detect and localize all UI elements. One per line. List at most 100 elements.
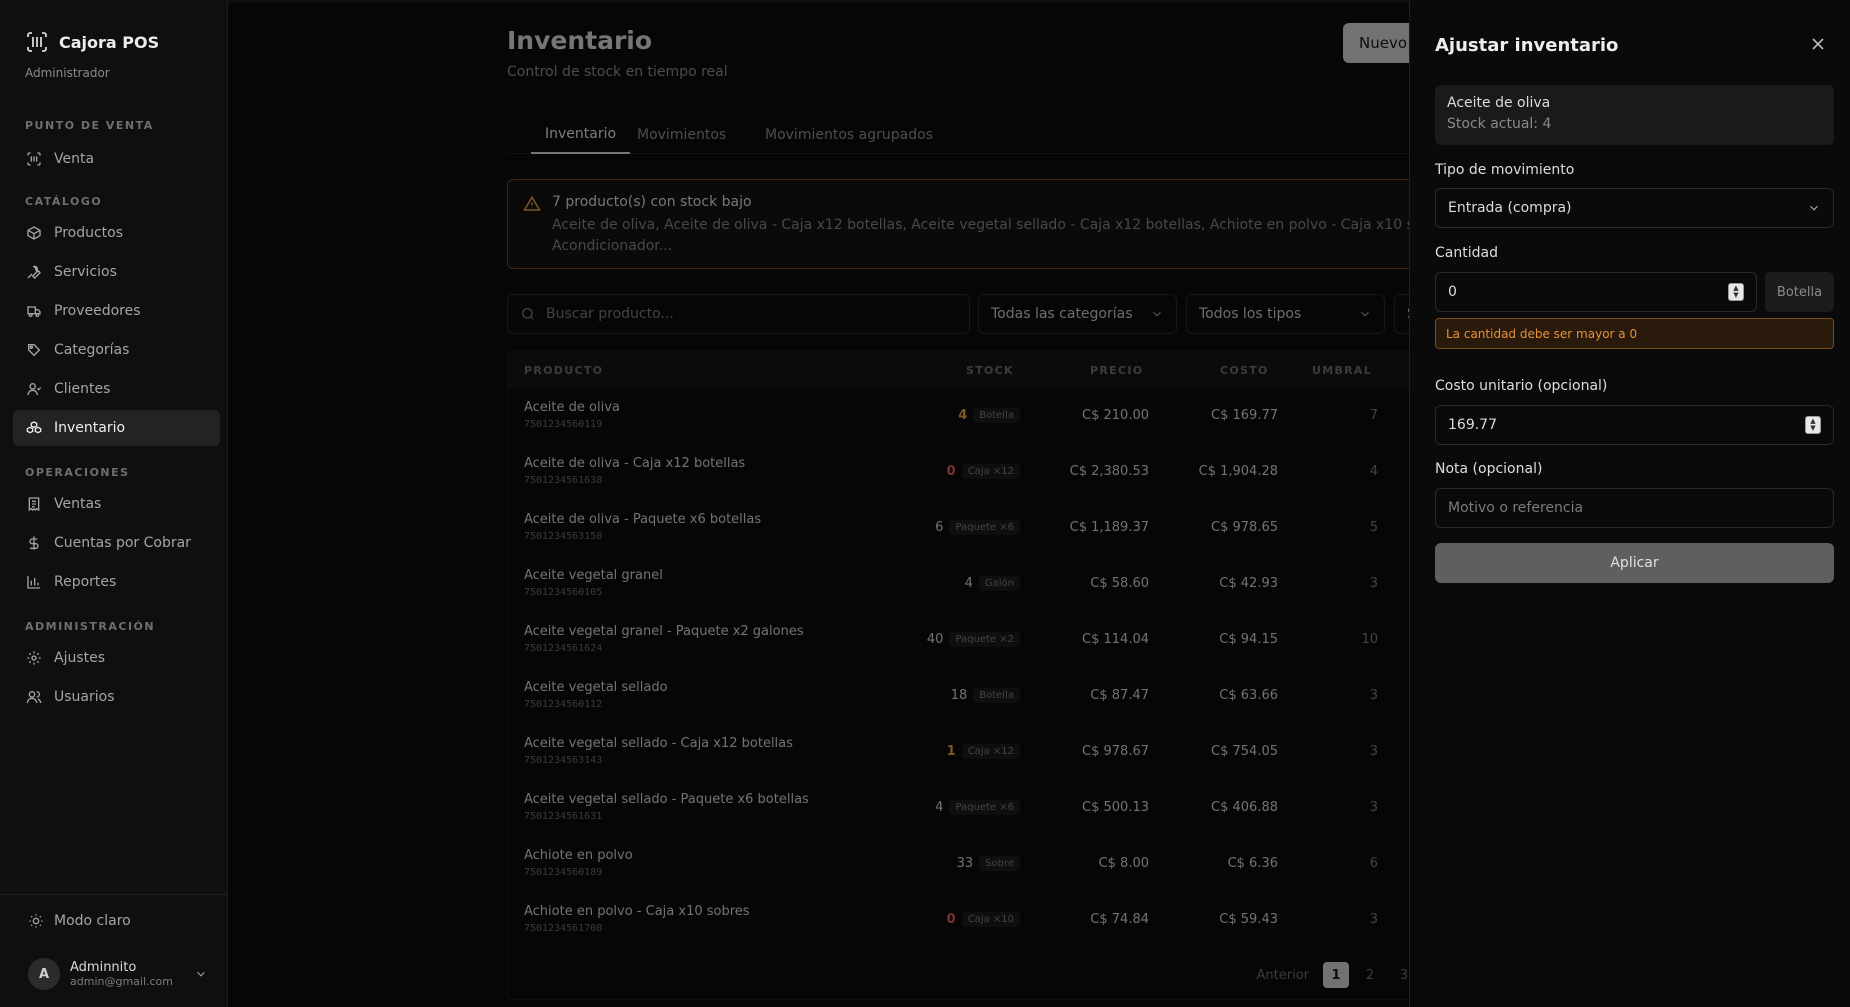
product-code: 7501234563150 (524, 531, 603, 542)
product-name: Aceite vegetal sellado - Paquete x6 bote… (524, 792, 809, 807)
table-row[interactable]: Aceite de oliva - Caja x12 botellas 75012… (508, 445, 1409, 501)
sidebar-item-reportes[interactable]: Reportes (13, 564, 220, 600)
app-root: Cajora POS Administrador PUNTO DE VENTA … (0, 0, 1850, 1007)
cost-value: C$ 754.05 (1211, 744, 1278, 759)
product-code: 7501234563143 (524, 755, 603, 766)
sidebar-item-label: Reportes (54, 574, 117, 590)
product-code: 7501234560112 (524, 699, 603, 710)
cost-value: C$ 406.88 (1211, 800, 1278, 815)
product-name: Aceite vegetal granel - Paquete x2 galon… (524, 624, 804, 639)
sidebar-item-cuentas-por-cobrar[interactable]: Cuentas por Cobrar (13, 525, 220, 561)
sidebar-item-productos[interactable]: Productos (13, 215, 220, 251)
category-filter[interactable]: Todas las categorías (978, 294, 1177, 334)
barcode-scan-icon (27, 32, 47, 52)
boxes-icon (26, 421, 42, 434)
stock-cell: 4 Botella (958, 408, 1020, 423)
pagination-page-1[interactable]: 1 (1323, 962, 1349, 988)
avatar: A (28, 958, 60, 990)
column-header-precio[interactable]: PRECIO (1090, 364, 1143, 377)
unit-cost-input[interactable]: 169.77 ▲ ▼ (1435, 405, 1834, 445)
sidebar-item-inventario[interactable]: Inventario (13, 410, 220, 446)
table-row[interactable]: Aceite vegetal sellado - Caja x12 botell… (508, 725, 1409, 781)
table-row[interactable]: Aceite vegetal sellado 7501234560112 18 Bot… (508, 669, 1409, 725)
stock-value: 18 (950, 688, 968, 703)
app-name: Cajora POS (59, 32, 160, 52)
sidebar-item-clientes[interactable]: Clientes (13, 371, 220, 407)
selected-product-stock: Stock actual: 4 (1447, 116, 1552, 132)
sidebar-item-label: Ventas (54, 496, 102, 512)
alert-title: 7 producto(s) con stock bajo (552, 194, 752, 210)
sidebar-item-label: Inventario (54, 420, 126, 436)
sidebar-item-proveedores[interactable]: Proveedores (13, 293, 220, 329)
nav-section-punto-de-venta: PUNTO DE VENTA (25, 119, 154, 132)
table-row[interactable]: Aceite vegetal sellado - Paquete x6 bote… (508, 781, 1409, 837)
tab-movimientos-agrupados[interactable]: Movimientos agrupados (765, 116, 933, 154)
quantity-unit: Botella (1765, 272, 1834, 312)
sidebar-item-categorias[interactable]: Categorías (13, 332, 220, 368)
table-row[interactable]: Aceite vegetal granel - Paquete x2 galon… (508, 613, 1409, 669)
close-icon[interactable] (1808, 34, 1828, 54)
product-code: 7501234561624 (524, 643, 603, 654)
column-header-umbral[interactable]: UMBRAL (1312, 364, 1372, 377)
price-value: C$ 1,189.37 (1069, 520, 1149, 535)
price-value: C$ 210.00 (1082, 408, 1149, 423)
brand[interactable]: Cajora POS (25, 30, 159, 54)
adjust-inventory-drawer: Ajustar inventario Aceite de oliva Stock… (1409, 0, 1850, 1007)
note-input[interactable]: Motivo o referencia (1435, 488, 1834, 528)
tab-movimientos[interactable]: Movimientos (633, 116, 730, 154)
selected-product-name: Aceite de oliva (1447, 95, 1551, 111)
price-value: C$ 978.67 (1082, 744, 1149, 759)
stock-cell: 40 Paquete ×2 (927, 632, 1020, 647)
pagination-page-2[interactable]: 2 (1357, 962, 1383, 988)
table-row[interactable]: Aceite de oliva 7501234560119 4 Botella C$ 2… (508, 389, 1409, 445)
price-value: C$ 8.00 (1098, 856, 1149, 871)
pagination-page-3[interactable]: 3 (1391, 962, 1409, 988)
table-row[interactable]: Achiote en polvo 7501234560189 33 Sobre C$ 8… (508, 837, 1409, 893)
page-subtitle: Control de stock en tiempo real (507, 64, 728, 80)
new-button[interactable]: Nuevo (1343, 23, 1409, 63)
column-header-costo[interactable]: COSTO (1220, 364, 1269, 377)
user-menu[interactable]: A Adminnito admin@gmail.com (28, 958, 208, 990)
quantity-stepper[interactable]: ▲ ▼ (1728, 283, 1744, 301)
user-role: Administrador (25, 66, 110, 80)
sidebar-item-label: Proveedores (54, 303, 141, 319)
threshold-value: 3 (1369, 688, 1378, 703)
extra-filter[interactable]: S (1394, 294, 1409, 334)
movement-type-value: Entrada (compra) (1448, 200, 1572, 216)
price-value: C$ 114.04 (1082, 632, 1149, 647)
theme-toggle[interactable]: Modo claro (28, 913, 131, 929)
stock-value: 33 (956, 856, 974, 871)
receipt-icon (28, 497, 40, 512)
sidebar-item-ventas[interactable]: Ventas (13, 486, 220, 522)
product-name: Achiote en polvo - Caja x10 sobres (524, 904, 750, 919)
pagination-prev[interactable]: Anterior (1251, 962, 1315, 988)
unit-cost-stepper[interactable]: ▲ ▼ (1805, 416, 1821, 434)
table-row[interactable]: Aceite vegetal granel 7501234560105 4 Galón… (508, 557, 1409, 613)
search-input[interactable]: Buscar producto... (507, 294, 970, 334)
sidebar-item-ajustes[interactable]: Ajustes (13, 640, 220, 676)
quantity-error: La cantidad debe ser mayor a 0 (1435, 318, 1834, 349)
table-row[interactable]: Aceite de oliva - Paquete x6 botellas 750… (508, 501, 1409, 557)
sidebar-item-venta[interactable]: Venta (13, 141, 220, 177)
apply-button[interactable]: Aplicar (1435, 543, 1834, 583)
sidebar-item-servicios[interactable]: Servicios (13, 254, 220, 290)
product-code: 7501234560189 (524, 867, 603, 878)
product-name: Achiote en polvo (524, 848, 633, 863)
product-code: 7501234561631 (524, 811, 603, 822)
tab-inventario[interactable]: Inventario (531, 116, 631, 154)
product-name: Aceite de oliva - Paquete x6 botellas (524, 512, 762, 527)
type-filter[interactable]: Todos los tipos (1186, 294, 1385, 334)
table-row[interactable]: Achiote en polvo - Caja x10 sobres 750123… (508, 893, 1409, 949)
column-header-stock[interactable]: STOCK (966, 364, 1014, 377)
topbar-line (228, 0, 1409, 3)
quantity-input[interactable]: 0 ▲ ▼ (1435, 272, 1757, 312)
sidebar-item-usuarios[interactable]: Usuarios (13, 679, 220, 715)
price-value: C$ 500.13 (1082, 800, 1149, 815)
movement-type-select[interactable]: Entrada (compra) (1435, 188, 1834, 228)
drawer-title: Ajustar inventario (1435, 35, 1619, 56)
cost-value: C$ 59.43 (1219, 912, 1278, 927)
column-header-producto[interactable]: PRODUCTO (524, 364, 603, 377)
sidebar-item-label: Servicios (54, 264, 117, 280)
scan-icon (27, 152, 41, 166)
stock-cell: 0 Caja ×10 (947, 912, 1020, 927)
